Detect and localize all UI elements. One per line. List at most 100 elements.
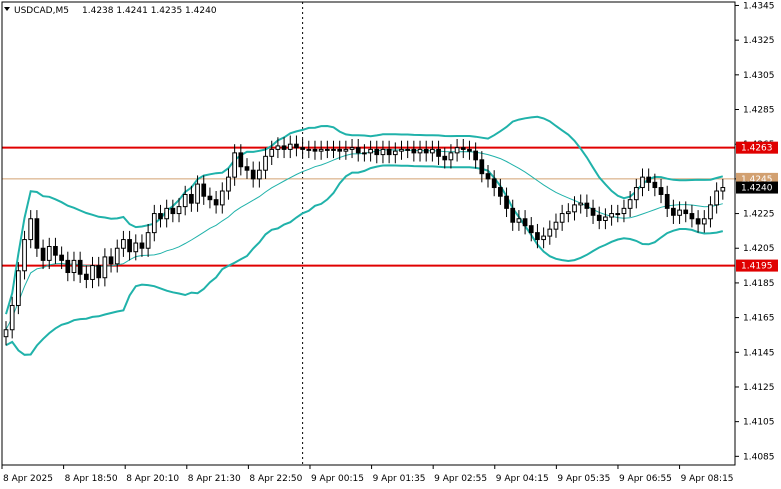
candle[interactable] (467, 140, 472, 160)
candle[interactable] (281, 137, 287, 159)
candlestick-chart[interactable]: 1.43451.43251.43051.42851.42651.42451.42… (0, 0, 781, 489)
candle[interactable] (170, 199, 176, 223)
candle[interactable] (83, 265, 89, 289)
candle[interactable] (53, 237, 58, 264)
candle[interactable] (454, 138, 460, 162)
candle-body (652, 181, 658, 189)
candle[interactable] (720, 178, 726, 200)
candle[interactable] (114, 239, 120, 273)
candle[interactable] (331, 140, 336, 159)
candle[interactable] (553, 213, 559, 238)
candle[interactable] (9, 296, 15, 339)
candle[interactable] (417, 140, 423, 162)
candle[interactable] (436, 140, 441, 166)
candle[interactable] (257, 161, 262, 188)
candle[interactable] (343, 140, 349, 160)
candle[interactable] (405, 140, 411, 159)
candle[interactable] (596, 206, 602, 230)
candle[interactable] (671, 199, 676, 224)
candle[interactable] (34, 210, 40, 257)
candle[interactable] (127, 230, 132, 261)
candle-body (34, 218, 40, 249)
candle[interactable] (491, 170, 497, 197)
candle[interactable] (77, 251, 83, 283)
candle[interactable] (121, 230, 126, 257)
candle[interactable] (479, 151, 485, 183)
candle[interactable] (708, 196, 713, 228)
candle[interactable] (714, 182, 719, 214)
candle[interactable] (207, 187, 213, 209)
candle[interactable] (658, 178, 664, 204)
candle[interactable] (151, 204, 157, 242)
candle[interactable] (96, 256, 102, 287)
candle[interactable] (590, 199, 596, 224)
candle[interactable] (516, 210, 522, 231)
candle[interactable] (603, 208, 608, 230)
candle[interactable] (541, 227, 546, 249)
candle[interactable] (71, 251, 77, 282)
candle[interactable] (294, 135, 299, 157)
candle[interactable] (522, 210, 528, 235)
candle[interactable] (485, 165, 491, 188)
candle[interactable] (90, 256, 95, 289)
candle[interactable] (621, 199, 627, 223)
candle[interactable] (102, 248, 108, 287)
candle[interactable] (399, 140, 404, 160)
candle[interactable] (423, 140, 429, 162)
candle[interactable] (355, 138, 361, 162)
candle[interactable] (287, 135, 293, 159)
candle[interactable] (158, 204, 163, 228)
candle[interactable] (201, 175, 207, 205)
candle[interactable] (108, 248, 114, 273)
candle[interactable] (386, 140, 392, 164)
candle[interactable] (318, 140, 324, 160)
candle[interactable] (368, 140, 373, 162)
candle[interactable] (584, 194, 590, 218)
candle[interactable] (219, 182, 225, 214)
candle[interactable] (65, 251, 71, 282)
candle[interactable] (646, 168, 652, 192)
candle[interactable] (380, 140, 386, 164)
candle[interactable] (547, 220, 553, 245)
candle[interactable] (22, 230, 27, 280)
candle[interactable] (312, 140, 318, 160)
candle[interactable] (139, 234, 145, 257)
candle[interactable] (695, 210, 701, 233)
dropdown-triangle-icon[interactable] (4, 7, 10, 11)
candle-body (541, 235, 546, 241)
candle[interactable] (3, 321, 9, 346)
candle[interactable] (306, 140, 312, 159)
candle[interactable] (238, 144, 244, 176)
candle[interactable] (559, 204, 565, 231)
candle[interactable] (226, 168, 231, 200)
candle[interactable] (145, 223, 151, 257)
candle[interactable] (565, 203, 571, 223)
candle[interactable] (213, 191, 219, 214)
candle[interactable] (244, 158, 250, 179)
candle[interactable] (189, 185, 194, 212)
candle[interactable] (640, 168, 645, 197)
candle[interactable] (430, 140, 435, 162)
candle[interactable] (164, 199, 170, 228)
candle[interactable] (578, 194, 584, 214)
candle[interactable] (633, 178, 639, 209)
candle[interactable] (411, 140, 417, 162)
candle[interactable] (609, 204, 614, 226)
candle[interactable] (324, 140, 330, 159)
candle[interactable] (232, 144, 237, 186)
candle[interactable] (460, 138, 466, 159)
candle[interactable] (374, 140, 380, 164)
candle[interactable] (349, 138, 355, 159)
candle[interactable] (263, 147, 268, 179)
candle[interactable] (504, 187, 509, 218)
candle[interactable] (300, 138, 305, 159)
candle[interactable] (689, 204, 695, 228)
candle[interactable] (701, 210, 707, 233)
candle[interactable] (664, 185, 670, 218)
candle[interactable] (473, 142, 478, 169)
candle[interactable] (250, 161, 256, 188)
candle[interactable] (442, 147, 448, 169)
candle[interactable] (392, 142, 398, 164)
candle[interactable] (615, 204, 621, 223)
candle[interactable] (28, 210, 34, 249)
